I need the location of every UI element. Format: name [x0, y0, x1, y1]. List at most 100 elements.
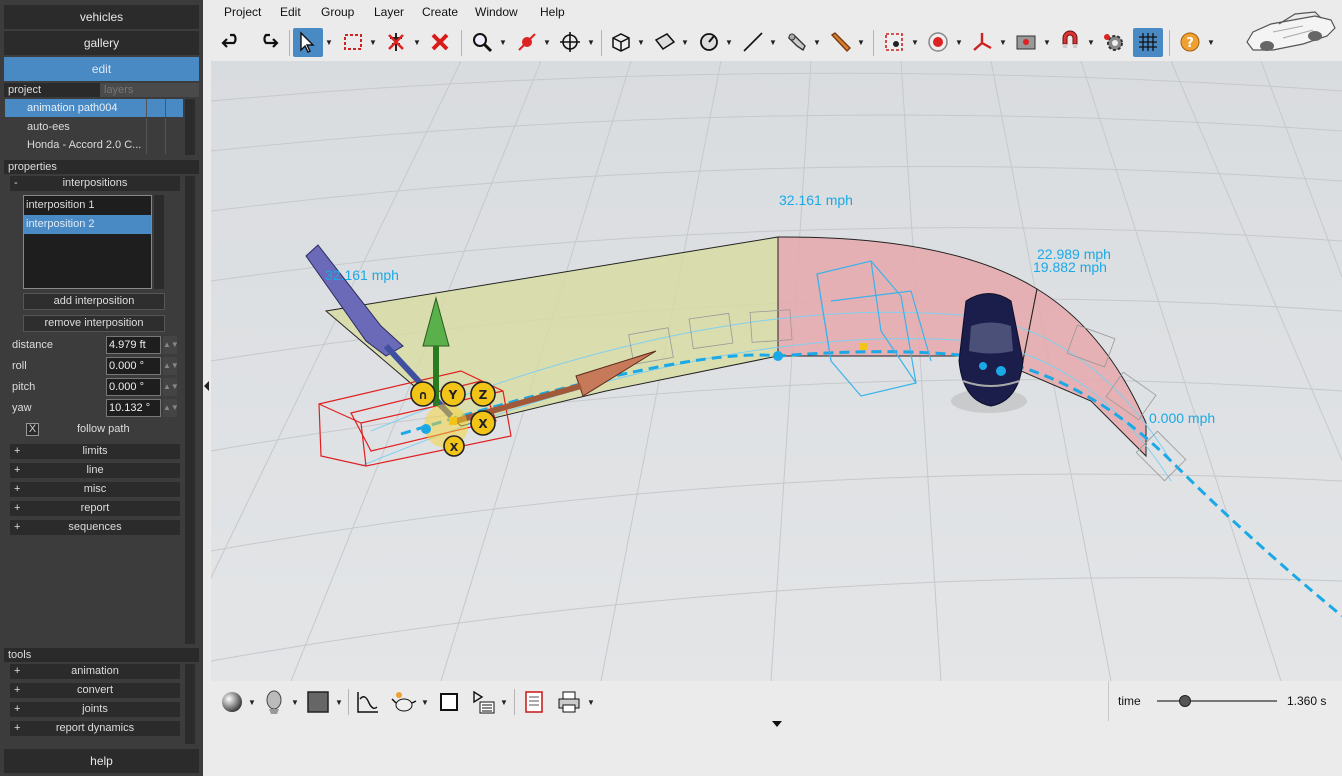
tool-group-animation[interactable]: + animation — [10, 664, 180, 679]
chevron-down-icon[interactable]: ▼ — [325, 38, 333, 47]
gizmo-rotate-button[interactable]: ∩ — [410, 381, 436, 407]
chevron-down-icon[interactable]: ▼ — [637, 38, 645, 47]
redo-button[interactable] — [253, 28, 283, 57]
chevron-down-icon[interactable]: ▼ — [1207, 38, 1215, 47]
delete-button[interactable] — [425, 28, 455, 57]
settings-button[interactable] — [1099, 28, 1129, 57]
magnet-button[interactable] — [1055, 28, 1085, 57]
expand-timeline-icon[interactable] — [772, 721, 782, 727]
gizmo-center-handle[interactable] — [449, 417, 457, 425]
menu-help[interactable]: Help — [540, 5, 565, 19]
menu-project[interactable]: Project — [224, 5, 261, 19]
chevron-down-icon[interactable]: ▼ — [291, 698, 299, 707]
properties-scrollbar[interactable] — [185, 176, 195, 644]
edit-button[interactable]: edit — [4, 57, 199, 81]
chevron-down-icon[interactable]: ▼ — [369, 38, 377, 47]
chevron-down-icon[interactable]: ▼ — [999, 38, 1007, 47]
distance-input[interactable]: 4.979 ft — [106, 336, 161, 354]
project-item[interactable]: animation path004 — [5, 99, 183, 117]
tab-layers[interactable]: layers — [100, 83, 199, 97]
select-tool-button[interactable] — [293, 28, 323, 57]
lock-cell[interactable] — [165, 99, 183, 117]
record-button[interactable] — [923, 28, 953, 57]
spinner-icon[interactable]: ▲▼ — [163, 399, 179, 417]
group-misc[interactable]: + misc — [10, 482, 180, 497]
path-handle[interactable] — [860, 343, 867, 350]
spinner-icon[interactable]: ▲▼ — [163, 336, 179, 354]
gizmo-z-button[interactable]: Z — [470, 381, 496, 407]
chevron-down-icon[interactable]: ▼ — [421, 698, 429, 707]
group-line[interactable]: + line — [10, 463, 180, 478]
axes-button[interactable] — [967, 28, 997, 57]
path-node[interactable] — [421, 424, 431, 434]
chevron-down-icon[interactable]: ▼ — [499, 38, 507, 47]
print-button[interactable] — [556, 689, 584, 717]
gizmo-x-button[interactable]: X — [470, 410, 496, 436]
chevron-down-icon[interactable]: ▼ — [335, 698, 343, 707]
chevron-down-icon[interactable]: ▼ — [955, 38, 963, 47]
playlist-button[interactable] — [470, 689, 498, 717]
tab-project[interactable]: project — [4, 83, 100, 97]
group-sequences[interactable]: + sequences — [10, 520, 180, 535]
lock-cell[interactable] — [165, 136, 183, 154]
pitch-input[interactable]: 0.000 ° — [106, 378, 161, 396]
pick-point-button[interactable] — [512, 28, 542, 57]
chevron-down-icon[interactable]: ▼ — [1087, 38, 1095, 47]
group-limits[interactable]: + limits — [10, 444, 180, 459]
collapse-left-icon[interactable] — [204, 381, 209, 391]
chevron-down-icon[interactable]: ▼ — [911, 38, 919, 47]
chevron-down-icon[interactable]: ▼ — [681, 38, 689, 47]
chevron-down-icon[interactable]: ▼ — [587, 698, 595, 707]
chevron-down-icon[interactable]: ▼ — [813, 38, 821, 47]
teapot-button[interactable] — [391, 689, 419, 717]
zoom-button[interactable] — [467, 28, 497, 57]
light-button[interactable] — [826, 28, 856, 57]
visibility-cell[interactable] — [146, 118, 165, 136]
panel-splitter[interactable] — [203, 61, 211, 681]
gallery-button[interactable]: gallery — [4, 31, 199, 55]
cube-view-button[interactable] — [606, 28, 636, 57]
chevron-down-icon[interactable]: ▼ — [769, 38, 777, 47]
report-button[interactable] — [521, 689, 549, 717]
vehicles-button[interactable]: vehicles — [4, 5, 199, 29]
visibility-cell[interactable] — [146, 99, 165, 117]
yaw-input[interactable]: 10.132 ° — [106, 399, 161, 417]
menu-edit[interactable]: Edit — [280, 5, 301, 19]
menu-layer[interactable]: Layer — [374, 5, 404, 19]
time-slider[interactable] — [1157, 695, 1277, 707]
help-icon-button[interactable]: ? — [1175, 28, 1205, 57]
menu-create[interactable]: Create — [422, 5, 458, 19]
surface-button[interactable] — [650, 28, 680, 57]
group-report[interactable]: + report — [10, 501, 180, 516]
camera-button[interactable] — [782, 28, 812, 57]
color-swatch-button[interactable] — [305, 689, 333, 717]
list-item[interactable]: interposition 2 — [24, 215, 151, 234]
menu-window[interactable]: Window — [475, 5, 518, 19]
measure-angle-button[interactable] — [694, 28, 724, 57]
spinner-icon[interactable]: ▲▼ — [163, 378, 179, 396]
chevron-down-icon[interactable]: ▼ — [857, 38, 865, 47]
head-view-button[interactable] — [261, 689, 289, 717]
frame-button[interactable] — [436, 689, 464, 717]
chevron-down-icon[interactable]: ▼ — [413, 38, 421, 47]
lock-cell[interactable] — [165, 118, 183, 136]
visibility-cell[interactable] — [146, 136, 165, 154]
gizmo-x2-button[interactable]: X — [443, 435, 465, 457]
chevron-down-icon[interactable]: ▼ — [543, 38, 551, 47]
tool-group-convert[interactable]: + convert — [10, 683, 180, 698]
chevron-down-icon[interactable]: ▼ — [725, 38, 733, 47]
tool-group-report-dynamics[interactable]: + report dynamics — [10, 721, 180, 736]
roll-input[interactable]: 0.000 ° — [106, 357, 161, 375]
project-item[interactable]: auto-ees — [5, 118, 183, 136]
undo-button[interactable] — [217, 28, 247, 57]
chevron-down-icon[interactable]: ▼ — [587, 38, 595, 47]
follow-path-checkbox[interactable]: X — [26, 423, 39, 436]
gizmo-y-button[interactable]: Y — [440, 381, 466, 407]
delete-path-button[interactable] — [381, 28, 411, 57]
move-button[interactable] — [555, 28, 585, 57]
graph-button[interactable] — [355, 689, 383, 717]
group-interpositions[interactable]: - interpositions — [10, 176, 180, 191]
chevron-down-icon[interactable]: ▼ — [500, 698, 508, 707]
line-button[interactable] — [738, 28, 768, 57]
project-item[interactable]: Honda - Accord 2.0 C... — [5, 136, 183, 154]
